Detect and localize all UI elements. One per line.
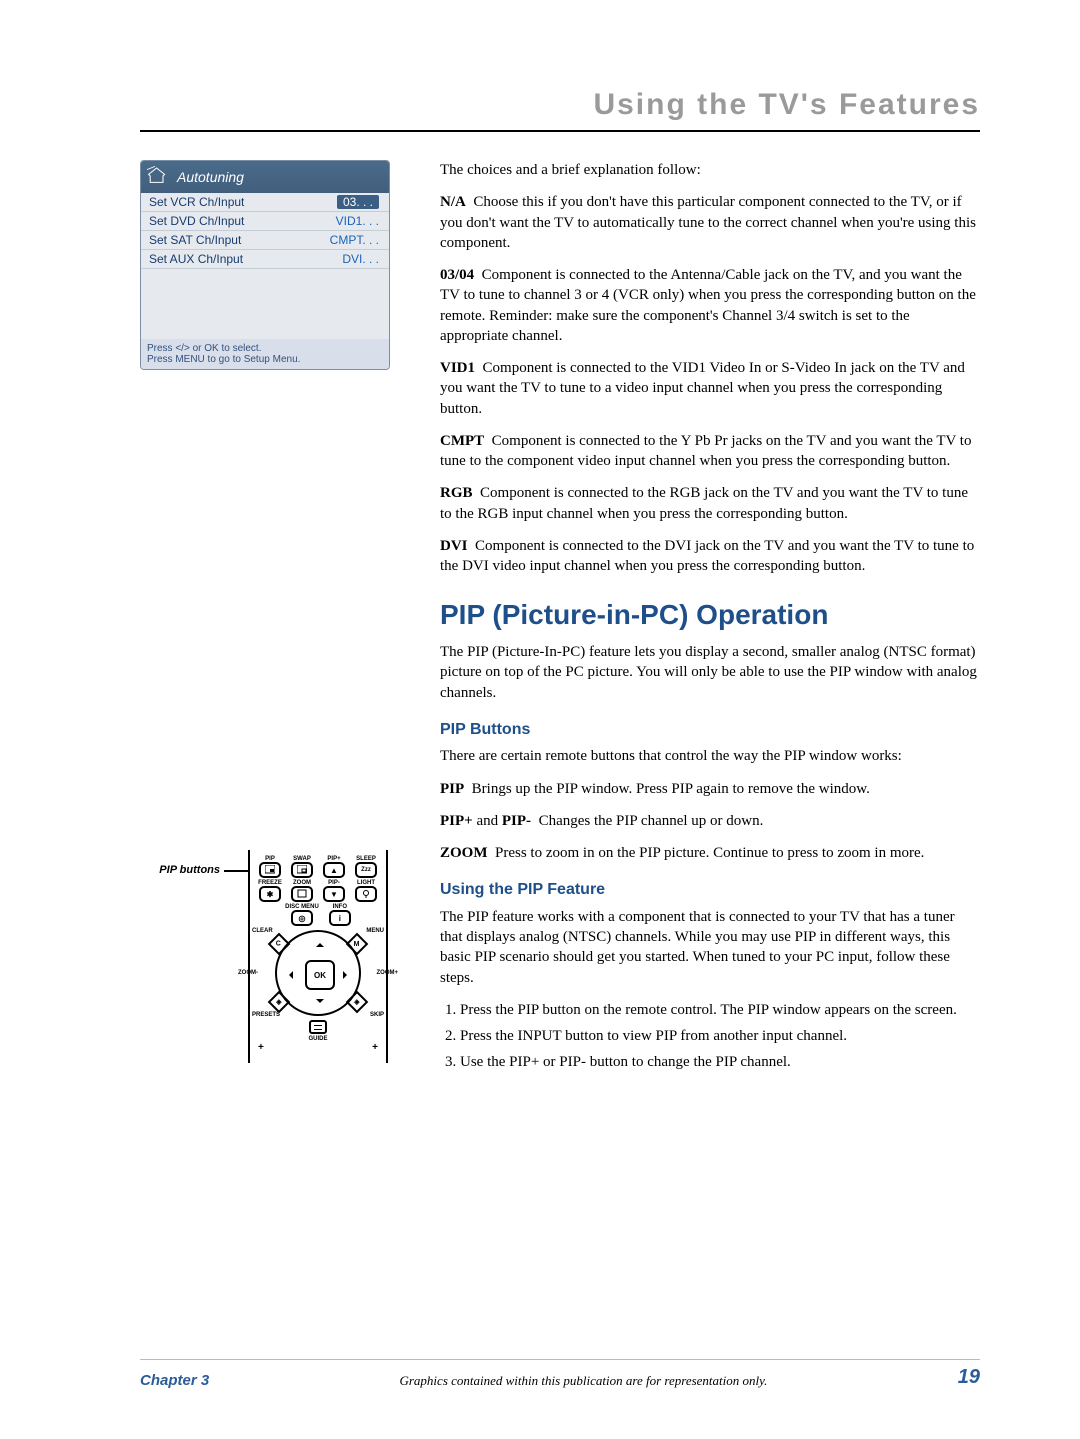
menu-row-dvd[interactable]: Set DVD Ch/Input VID1. . . — [141, 212, 389, 231]
btn-label-info: INFO — [329, 904, 351, 910]
menu-row-aux[interactable]: Set AUX Ch/Input DVI. . . — [141, 250, 389, 269]
menu-button[interactable]: M — [346, 933, 369, 956]
callout-line — [224, 870, 248, 872]
btn-label-pip-plus: PIP+ — [320, 856, 348, 862]
menu-key: Set AUX Ch/Input — [149, 252, 243, 266]
desc-zoom: Press to zoom in on the PIP picture. Con… — [495, 845, 924, 861]
desc-cmpt: Component is connected to the Y Pb Pr ja… — [440, 433, 971, 469]
menu-title-bar: Autotuning — [141, 161, 389, 193]
skip-button[interactable]: ◈ — [346, 991, 369, 1014]
light-button[interactable] — [355, 886, 377, 902]
term-dvi: DVI — [440, 538, 468, 554]
label-zoom-plus: ZOOM+ — [376, 970, 398, 976]
desc-rgb: Component is connected to the RGB jack o… — [440, 485, 968, 521]
and-word: and — [473, 813, 502, 829]
menu-row-vcr[interactable]: Set VCR Ch/Input 03. . . — [141, 193, 389, 212]
remote-body: PIP SWAP PIP+▲ SLEEPZzz FREEZE✱ ZOOM PIP… — [248, 850, 388, 1063]
autotuning-menu: Autotuning Set VCR Ch/Input 03. . . Set … — [140, 160, 390, 370]
page-header-title: Using the TV's Features — [140, 88, 980, 132]
presets-button[interactable]: ◈ — [268, 991, 291, 1014]
label-menu: MENU — [366, 928, 384, 934]
term-pip-plus: PIP+ — [440, 813, 473, 829]
desc-0304: Component is connected to the Antenna/Ca… — [440, 267, 976, 344]
menu-key: Set SAT Ch/Input — [149, 233, 241, 247]
step-3: Use the PIP+ or PIP- button to change th… — [460, 1052, 980, 1072]
pip-intro: The PIP (Picture-In-PC) feature lets you… — [440, 642, 980, 703]
guide-button[interactable] — [309, 1020, 327, 1034]
steps-list: Press the PIP button on the remote contr… — [460, 1000, 980, 1073]
pip-button[interactable] — [259, 862, 281, 878]
menu-title-text: Autotuning — [177, 169, 244, 185]
term-zoom: ZOOM — [440, 845, 488, 861]
btn-label-freeze: FREEZE — [256, 880, 284, 886]
pip-plus-button[interactable]: ▲ — [323, 862, 345, 878]
term-pip-minus: PIP- — [502, 813, 531, 829]
menu-foot-line1: Press </> or OK to select. — [147, 343, 383, 354]
step-2: Press the INPUT button to view PIP from … — [460, 1026, 980, 1046]
menu-row-sat[interactable]: Set SAT Ch/Input CMPT. . . — [141, 231, 389, 250]
term-0304: 03/04 — [440, 267, 474, 283]
desc-dvi: Component is connected to the DVI jack o… — [440, 538, 974, 574]
btn-label-light: LIGHT — [352, 880, 380, 886]
desc-vid1: Component is connected to the VID1 Video… — [440, 360, 965, 417]
plus-right: + — [372, 1042, 378, 1053]
label-skip: SKIP — [370, 1012, 384, 1018]
pip-minus-button[interactable]: ▼ — [323, 886, 345, 902]
pip-section-title: PIP (Picture-in-PC) Operation — [440, 596, 980, 634]
menu-val: VID1. . . — [336, 214, 379, 228]
autotuning-icon — [147, 166, 171, 189]
label-clear: CLEAR — [252, 928, 273, 934]
btn-label-sleep: SLEEP — [352, 856, 380, 862]
info-button[interactable]: i — [329, 910, 351, 926]
btn-label-pip-minus: PIP- — [320, 880, 348, 886]
desc-pip-plusminus: Changes the PIP channel up or down. — [539, 813, 764, 829]
ok-button[interactable]: OK — [305, 960, 335, 990]
menu-val: CMPT. . . — [330, 233, 379, 247]
term-na: N/A — [440, 194, 466, 210]
menu-foot: Press </> or OK to select. Press MENU to… — [141, 339, 389, 369]
desc-pip: Brings up the PIP window. Press PIP agai… — [472, 781, 870, 797]
clear-button[interactable]: C — [268, 933, 291, 956]
nav-right[interactable] — [343, 971, 351, 979]
freeze-button[interactable]: ✱ — [259, 886, 281, 902]
plus-left: + — [258, 1042, 264, 1053]
intro-line: The choices and a brief explanation foll… — [440, 160, 980, 180]
label-presets: PRESETS — [252, 1012, 280, 1018]
nav-left[interactable] — [285, 971, 293, 979]
nav-down[interactable] — [316, 999, 324, 1007]
footer-page-number: 19 — [958, 1366, 980, 1389]
btn-label-disc-menu: DISC MENU — [285, 904, 319, 910]
btn-label-swap: SWAP — [288, 856, 316, 862]
disc-menu-button[interactable]: ◎ — [291, 910, 313, 926]
step-1: Press the PIP button on the remote contr… — [460, 1000, 980, 1020]
menu-val: 03. . . — [337, 195, 379, 209]
label-zoom-minus: ZOOM- — [238, 970, 258, 976]
btn-label-pip: PIP — [256, 856, 284, 862]
using-pip-intro: The PIP feature works with a component t… — [440, 907, 980, 988]
term-cmpt: CMPT — [440, 433, 484, 449]
zoom-button[interactable] — [291, 886, 313, 902]
pip-buttons-intro: There are certain remote buttons that co… — [440, 746, 980, 766]
pip-buttons-title: PIP Buttons — [440, 719, 980, 741]
term-rgb: RGB — [440, 485, 473, 501]
menu-key: Set DVD Ch/Input — [149, 214, 244, 228]
swap-button[interactable] — [291, 862, 313, 878]
btn-label-zoom: ZOOM — [288, 880, 316, 886]
body-text: The choices and a brief explanation foll… — [440, 160, 980, 1079]
using-pip-title: Using the PIP Feature — [440, 879, 980, 901]
nav-up[interactable] — [316, 939, 324, 947]
menu-val: DVI. . . — [342, 252, 379, 266]
term-pip: PIP — [440, 781, 464, 797]
desc-na: Choose this if you don't have this parti… — [440, 194, 976, 251]
menu-foot-line2: Press MENU to go to Setup Menu. — [147, 354, 383, 365]
page-footer: Chapter 3 Graphics contained within this… — [140, 1359, 980, 1389]
remote-diagram: PIP buttons PIP SWAP PIP+▲ SLEEPZzz FREE… — [140, 850, 400, 1063]
footer-chapter: Chapter 3 — [140, 1372, 209, 1389]
menu-key: Set VCR Ch/Input — [149, 195, 244, 209]
term-vid1: VID1 — [440, 360, 475, 376]
nav-ring[interactable]: C M ◈ ◈ OK — [275, 930, 361, 1016]
remote-callout-label: PIP buttons — [140, 864, 224, 876]
footer-caption: Graphics contained within this publicati… — [209, 1373, 958, 1389]
sleep-button[interactable]: Zzz — [355, 862, 377, 878]
